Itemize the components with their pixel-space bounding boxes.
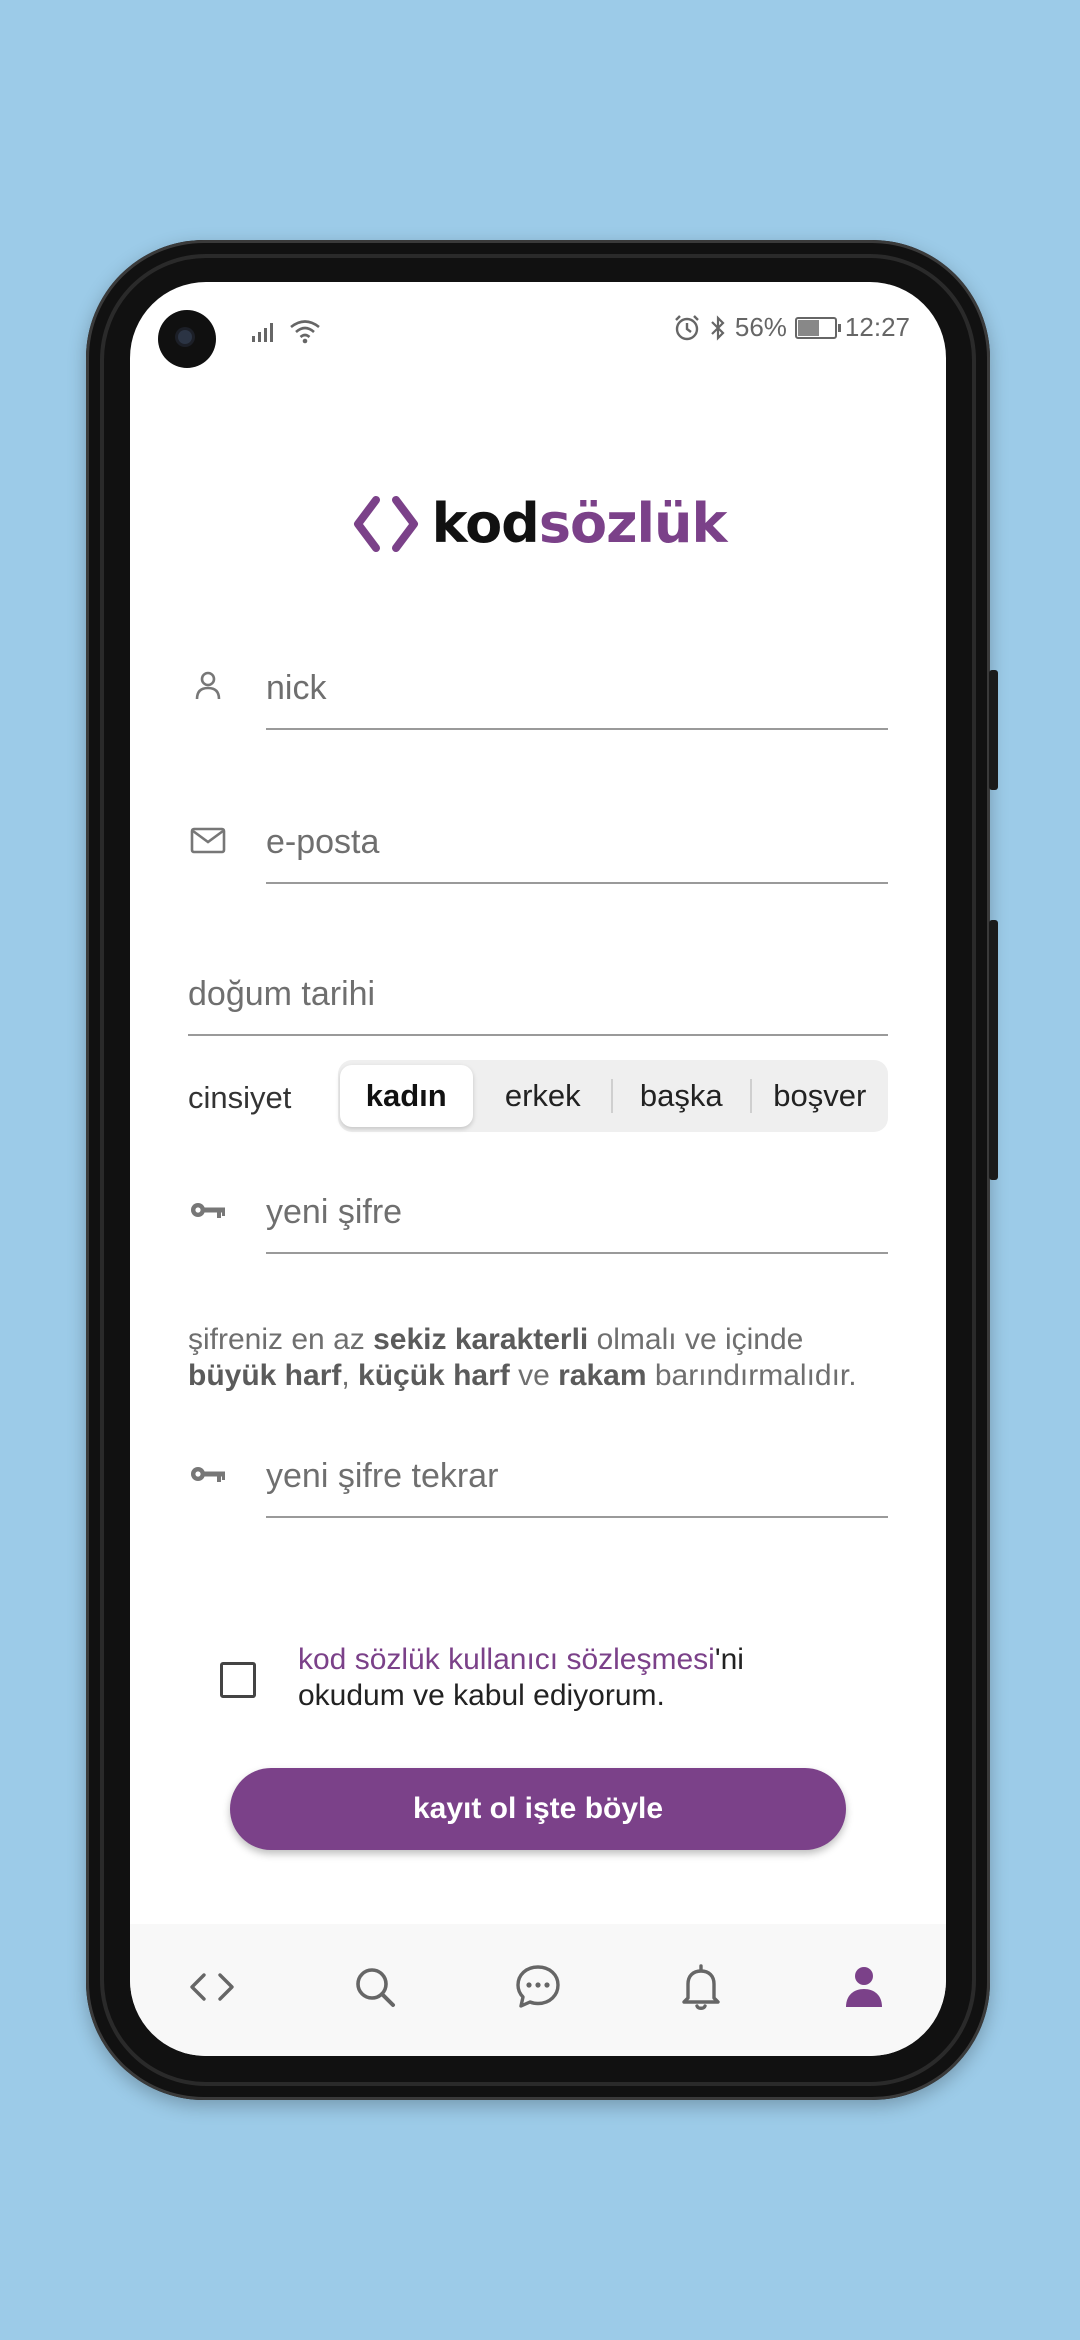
agreement-suffix: 'ni bbox=[714, 1643, 744, 1676]
hint-text: şifreniz en az bbox=[188, 1323, 374, 1356]
brackets-logo-icon bbox=[350, 494, 422, 554]
front-camera bbox=[158, 310, 216, 368]
battery-icon bbox=[794, 316, 841, 339]
gender-label: cinsiyet bbox=[188, 1080, 292, 1115]
search-icon bbox=[355, 1968, 395, 2007]
gender-option-kadin[interactable]: kadın bbox=[340, 1065, 473, 1127]
gender-option-baska[interactable]: başka bbox=[615, 1065, 748, 1127]
email-input[interactable] bbox=[266, 802, 888, 884]
bluetooth-icon bbox=[711, 314, 725, 341]
status-right: 56% 12:27 bbox=[673, 312, 910, 343]
birthdate-field bbox=[188, 954, 888, 1046]
signal-icon bbox=[252, 323, 273, 342]
agreement-line2: okudum ve kabul ediyorum. bbox=[298, 1679, 665, 1712]
chat-icon bbox=[516, 1965, 560, 2008]
password-field bbox=[188, 1172, 888, 1264]
email-field bbox=[188, 802, 888, 894]
battery-percent: 56% bbox=[734, 312, 787, 342]
agreement-checkbox[interactable] bbox=[220, 1662, 256, 1698]
agreement-text: kod sözlük kullanıcı sözleşmesi'ni okudu… bbox=[298, 1642, 744, 1714]
hint-bold: büyük harf bbox=[188, 1359, 342, 1392]
segment-divider bbox=[611, 1079, 613, 1113]
hint-text: olmalı ve içinde bbox=[588, 1323, 804, 1356]
key-icon bbox=[191, 1467, 225, 1482]
key-icon bbox=[191, 1203, 225, 1218]
clock: 12:27 bbox=[844, 312, 910, 342]
password-input[interactable] bbox=[266, 1172, 888, 1254]
register-button[interactable]: kayıt ol işte böyle bbox=[230, 1768, 846, 1850]
bell-icon bbox=[682, 1964, 720, 2010]
hint-text: , bbox=[341, 1359, 359, 1392]
nick-field bbox=[188, 648, 888, 740]
nav-profile[interactable] bbox=[824, 1947, 904, 2027]
gender-segmented-control: kadın erkek başka boşver bbox=[338, 1060, 888, 1132]
nav-notifications[interactable] bbox=[661, 1947, 741, 2027]
status-left bbox=[250, 318, 322, 344]
hint-text: barındırmalıdır. bbox=[646, 1359, 857, 1392]
nick-input[interactable] bbox=[266, 648, 888, 730]
password-repeat-input[interactable] bbox=[266, 1436, 888, 1518]
hint-bold: sekiz karakterli bbox=[373, 1323, 589, 1356]
password-hint: şifreniz en az sekiz karakterli olmalı v… bbox=[188, 1322, 908, 1394]
alarm-icon bbox=[675, 314, 699, 340]
profile-icon bbox=[846, 1967, 883, 2007]
password-repeat-field bbox=[188, 1436, 888, 1528]
segment-divider bbox=[749, 1079, 752, 1113]
app-logo: kodsözlük bbox=[130, 492, 946, 555]
volume-button bbox=[989, 670, 998, 790]
hint-text: ve bbox=[509, 1359, 559, 1392]
bottom-nav bbox=[130, 1924, 946, 2056]
power-button bbox=[989, 920, 998, 1180]
wifi-icon bbox=[290, 320, 320, 344]
hint-bold: rakam bbox=[558, 1359, 647, 1392]
app-screen: 56% 12:27 kodsözlük nick e-posta doğum t… bbox=[130, 282, 946, 2056]
nav-search[interactable] bbox=[335, 1947, 415, 2027]
user-icon bbox=[195, 671, 221, 700]
nav-messages[interactable] bbox=[498, 1947, 578, 2027]
user-agreement-link[interactable]: kod sözlük kullanıcı sözleşmesi bbox=[298, 1643, 715, 1676]
logo-kod: kod bbox=[431, 492, 540, 555]
birthdate-input[interactable] bbox=[188, 954, 888, 1036]
logo-sozluk: sözlük bbox=[538, 492, 728, 555]
nav-home[interactable] bbox=[172, 1947, 252, 2027]
gender-row: cinsiyet kadın erkek başka boşver bbox=[188, 1060, 888, 1132]
gender-option-bosver[interactable]: boşver bbox=[754, 1065, 887, 1127]
code-icon bbox=[189, 1973, 234, 2001]
gender-option-erkek[interactable]: erkek bbox=[477, 1065, 610, 1127]
mail-icon bbox=[190, 827, 226, 854]
hint-bold: küçük harf bbox=[358, 1359, 510, 1392]
phone-frame: 56% 12:27 kodsözlük nick e-posta doğum t… bbox=[86, 240, 998, 2100]
